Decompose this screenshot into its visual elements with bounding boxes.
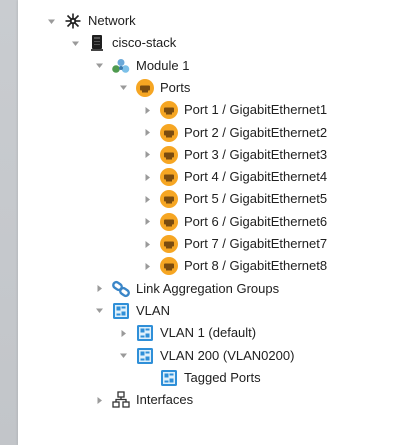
expand-toggle-right-icon[interactable] [141,216,153,228]
port-icon [135,78,155,98]
switch-device-icon [87,33,107,53]
expand-toggle-right-icon[interactable] [141,149,153,161]
tree-node-label: Port 3 / GigabitEthernet3 [184,146,328,162]
tree-node-label: Ports [160,79,191,95]
vlan-icon [135,346,155,366]
module-cluster-icon [111,56,131,76]
network-tree-panel: Network cisco-stack Module 1 Ports Port 1 / … [18,0,412,445]
tree-node-vlan-1-default[interactable]: VLAN 1 (default) [18,322,412,344]
tree-node-port-5-gigabitethernet5[interactable]: Port 5 / GigabitEthernet5 [18,188,412,210]
expand-toggle-right-icon[interactable] [141,104,153,116]
expand-toggle-down-icon[interactable] [45,15,57,27]
port-icon [159,256,179,276]
tree-node-label: Link Aggregation Groups [136,280,280,296]
expand-toggle-right-icon[interactable] [117,327,129,339]
tree-node-port-6-gigabitethernet6[interactable]: Port 6 / GigabitEthernet6 [18,211,412,233]
tree-node-network[interactable]: Network [18,10,412,32]
tree-node-label: Network [88,13,136,28]
tree-node-interfaces[interactable]: Interfaces [18,389,412,411]
tree-node-label: cisco-stack [112,35,177,51]
tree-node-vlan-200-vlan0200[interactable]: VLAN 200 (VLAN0200) [18,345,412,367]
tree-node-label: Port 2 / GigabitEthernet2 [184,124,328,140]
tree-node-label: Port 6 / GigabitEthernet6 [184,213,328,229]
tree-node-label: VLAN 200 (VLAN0200) [160,347,295,363]
tree-node-port-1-gigabitethernet1[interactable]: Port 1 / GigabitEthernet1 [18,99,412,121]
tree-node-port-2-gigabitethernet2[interactable]: Port 2 / GigabitEthernet2 [18,122,412,144]
port-icon [159,167,179,187]
tree-node-label: VLAN 1 (default) [160,325,257,341]
port-icon [159,212,179,232]
expand-toggle-right-icon[interactable] [93,394,105,406]
tree-node-label: VLAN [136,302,170,318]
expand-toggle-right-icon[interactable] [141,171,153,183]
tree-node-port-7-gigabitethernet7[interactable]: Port 7 / GigabitEthernet7 [18,233,412,255]
vlan-icon [159,368,179,388]
interfaces-hierarchy-icon [111,390,131,410]
expand-toggle-right-icon[interactable] [93,283,105,295]
expand-toggle-right-icon[interactable] [141,238,153,250]
tree-node-label: Interfaces [136,392,194,408]
network-globe-icon [63,11,83,31]
port-icon [159,145,179,165]
vlan-icon [135,323,155,343]
port-icon [159,123,179,143]
expand-toggle-down-icon[interactable] [117,82,129,94]
expand-toggle-down-icon[interactable] [117,350,129,362]
expand-toggle-down-icon[interactable] [93,305,105,317]
expand-toggle-right-icon[interactable] [141,127,153,139]
toggle-spacer [141,372,153,384]
vlan-icon [111,301,131,321]
tree-node-port-8-gigabitethernet8[interactable]: Port 8 / GigabitEthernet8 [18,255,412,277]
expand-toggle-right-icon[interactable] [141,193,153,205]
tree-node-label: Port 7 / GigabitEthernet7 [184,236,328,251]
expand-toggle-right-icon[interactable] [141,260,153,272]
tree-node-label: Port 1 / GigabitEthernet1 [184,102,328,118]
port-icon [159,189,179,209]
tree-node-label: Module 1 [136,57,190,73]
port-icon [159,100,179,120]
port-icon [159,234,179,254]
tree-node-cisco-stack[interactable]: cisco-stack [18,32,412,54]
tree-node-label: Tagged Ports [184,369,261,385]
tree-node-port-3-gigabitethernet3[interactable]: Port 3 / GigabitEthernet3 [18,144,412,166]
tree-node-label: Port 5 / GigabitEthernet5 [184,191,328,207]
tree-node-label: Port 4 / GigabitEthernet4 [184,169,328,185]
tree-node-label: Port 8 / GigabitEthernet8 [184,258,328,274]
expand-toggle-down-icon[interactable] [69,37,81,49]
expand-toggle-down-icon[interactable] [93,60,105,72]
tree-node-ports[interactable]: Ports [18,77,412,99]
tree-node-module-1[interactable]: Module 1 [18,55,412,77]
tree-node-port-4-gigabitethernet4[interactable]: Port 4 / GigabitEthernet4 [18,166,412,188]
tree-node-vlan[interactable]: VLAN [18,300,412,322]
tree-node-link-aggregation-groups[interactable]: Link Aggregation Groups [18,278,412,300]
link-chain-icon [111,279,131,299]
tree-node-tagged-ports[interactable]: Tagged Ports [18,367,412,389]
